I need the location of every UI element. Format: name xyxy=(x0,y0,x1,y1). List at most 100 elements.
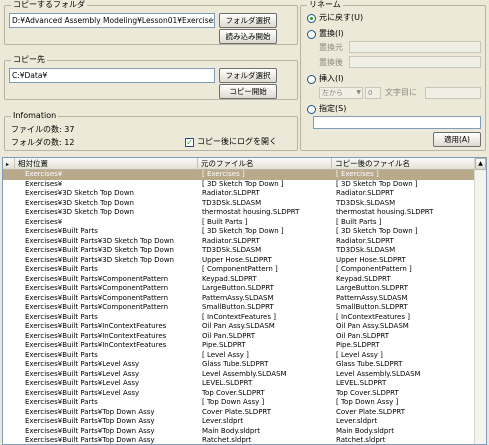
table-row[interactable]: Exercises¥Built Parts¥3D Sketch Top Down… xyxy=(3,256,486,266)
copy-dest-group: コピー先 C:¥Data¥ フォルダ選択 コピー開始 xyxy=(4,55,298,100)
copy-source-group: コピーするフォルダ D:¥Advanced Assembly Modeling¥… xyxy=(4,0,298,45)
cell-relative-path: Exercises¥Built Parts xyxy=(25,350,98,359)
table-row[interactable]: Exercises¥3D Sketch Top Down TD3DSk.SLDAS… xyxy=(3,199,486,209)
column-header-copied-name[interactable]: コピー後のファイル名 xyxy=(332,158,475,170)
table-row[interactable]: Exercises¥Built Parts¥Level Assy LEVEL.SL… xyxy=(3,379,486,389)
replace-to-label: 置換後 xyxy=(319,58,343,67)
table-row[interactable]: Exercises¥Built Parts¥Level Assy Level As… xyxy=(3,370,486,380)
cell-relative-path: Exercises¥Built Parts¥ComponentPattern xyxy=(25,303,169,311)
cell-copied-name: TD3DSk.SLDASM xyxy=(336,198,396,207)
cell-relative-path: Exercises¥ xyxy=(25,179,63,188)
folder-count-label: フォルダの数: 12 xyxy=(11,138,75,147)
open-log-label[interactable]: コピー後にログを開く xyxy=(197,137,277,147)
cell-relative-path: Exercises¥Built Parts¥3D Sketch Top Down xyxy=(25,236,174,245)
row-indicator-icon: ▸ xyxy=(6,161,10,168)
replace-from-input[interactable] xyxy=(349,41,481,53)
insert-text-input[interactable] xyxy=(425,87,481,99)
table-row[interactable]: Exercises¥Built Parts¥3D Sketch Top Down… xyxy=(3,237,486,247)
insert-count-stepper[interactable]: 0 xyxy=(365,87,381,99)
chevron-down-icon: ▼ xyxy=(356,89,361,96)
table-row[interactable]: Exercises¥Built Parts [ ComponentPattern … xyxy=(3,265,486,275)
cell-relative-path: Exercises¥Built Parts¥Top Down Assy xyxy=(25,417,155,425)
cell-relative-path: Exercises¥3D Sketch Top Down xyxy=(25,198,134,207)
specify-radio-label[interactable]: 指定(S) xyxy=(319,104,346,114)
cell-copied-name: Top Cover.SLDPRT xyxy=(336,388,399,397)
table-row[interactable]: Exercises¥Built Parts¥InContextFeatures O… xyxy=(3,332,486,342)
replace-radio[interactable] xyxy=(307,30,316,39)
cell-original-name: Radiator.SLDPRT xyxy=(202,236,260,245)
table-row[interactable]: Exercises¥Built Parts [ 3D Sketch Top Dow… xyxy=(3,227,486,237)
specify-input[interactable] xyxy=(313,116,481,129)
replace-radio-label[interactable]: 置換(I) xyxy=(319,29,344,39)
cell-original-name: TD3DSk.SLDASM xyxy=(202,246,262,254)
insert-radio[interactable] xyxy=(307,75,316,84)
cell-relative-path: Exercises¥Built Parts¥Level Assy xyxy=(25,360,140,368)
cell-original-name: Ratchet.sldprt xyxy=(202,436,252,444)
table-row[interactable]: Exercises¥Built Parts¥Top Down Assy Cover… xyxy=(3,408,486,418)
cell-original-name: PatternAssy.SLDASM xyxy=(202,293,274,302)
copy-start-button[interactable]: コピー開始 xyxy=(219,84,277,99)
load-start-button[interactable]: 読み込み開始 xyxy=(219,29,277,44)
info-group: Infomation ファイルの数: 37 フォルダの数: 12 ✓ コピー後に… xyxy=(4,111,298,151)
table-row[interactable]: Exercises¥3D Sketch Top Down Radiator.SLD… xyxy=(3,189,486,199)
insert-radio-label[interactable]: 挿入(I) xyxy=(319,74,344,84)
cell-copied-name: Cover Plate.SLDPRT xyxy=(336,407,406,416)
restore-radio-label[interactable]: 元に戻す(U) xyxy=(319,13,363,23)
table-row[interactable]: Exercises¥Built Parts¥Level Assy Glass Tu… xyxy=(3,360,486,370)
file-list-table[interactable]: ▸ 相対位置 元のファイル名 コピー後のファイル名 Exercises¥ [ Ex… xyxy=(2,157,487,445)
cell-copied-name: SmallButton.SLDPRT xyxy=(336,303,408,311)
table-row[interactable]: Exercises¥ [ Exercises ] [ Exercises ] xyxy=(3,170,486,180)
column-header-original-name[interactable]: 元のファイル名 xyxy=(198,158,332,170)
restore-radio[interactable] xyxy=(307,14,316,23)
cell-original-name: [ Top Down Assy ] xyxy=(202,398,265,406)
table-row[interactable]: Exercises¥Built Parts¥ComponentPattern Sm… xyxy=(3,303,486,313)
table-row[interactable]: Exercises¥Built Parts¥Top Down Assy Ratch… xyxy=(3,436,486,444)
apply-button[interactable]: 適用(A) xyxy=(433,132,481,147)
vertical-scrollbar[interactable]: ▲ xyxy=(474,158,486,444)
rename-legend: リネーム xyxy=(307,0,343,10)
cell-original-name: Keypad.SLDPRT xyxy=(202,274,257,283)
insert-count-value: 0 xyxy=(368,89,373,97)
table-row[interactable]: Exercises¥Built Parts¥Level Assy Top Cove… xyxy=(3,389,486,399)
table-row[interactable]: Exercises¥Built Parts¥ComponentPattern La… xyxy=(3,284,486,294)
table-row[interactable]: Exercises¥ [ 3D Sketch Top Down ] [ 3D Ske… xyxy=(3,180,486,190)
cell-copied-name: [ Exercises ] xyxy=(336,170,379,178)
table-row[interactable]: Exercises¥Built Parts [ InContextFeatures… xyxy=(3,313,486,323)
table-row[interactable]: Exercises¥Built Parts¥3D Sketch Top Down… xyxy=(3,246,486,256)
scroll-up-icon[interactable]: ▲ xyxy=(475,158,486,170)
specify-radio[interactable] xyxy=(307,105,316,114)
cell-original-name: [ Level Assy ] xyxy=(202,350,249,359)
table-row[interactable]: Exercises¥Built Parts [ Level Assy ] [ Lev… xyxy=(3,351,486,361)
table-row[interactable]: Exercises¥ [ Built Parts ] [ Built Parts ] xyxy=(3,218,486,228)
insert-position-select[interactable]: 左から ▼ xyxy=(319,87,363,99)
table-row[interactable]: Exercises¥Built Parts¥Top Down Assy Lever… xyxy=(3,417,486,427)
column-header-relative-path[interactable]: 相対位置 xyxy=(15,158,198,170)
copy-source-path-input[interactable]: D:¥Advanced Assembly Modeling¥Lesson01¥E… xyxy=(9,13,215,28)
table-row[interactable]: Exercises¥Built Parts¥InContextFeatures P… xyxy=(3,341,486,351)
table-row[interactable]: Exercises¥Built Parts¥ComponentPattern Ke… xyxy=(3,275,486,285)
cell-copied-name: [ Built Parts ] xyxy=(336,217,382,226)
cell-copied-name: [ Level Assy ] xyxy=(336,350,383,359)
replace-from-label: 置換元 xyxy=(319,43,343,52)
cell-copied-name: Keypad.SLDPRT xyxy=(336,274,391,283)
cell-relative-path: Exercises¥Built Parts¥3D Sketch Top Down xyxy=(25,246,174,254)
info-legend: Infomation xyxy=(11,111,59,121)
cell-copied-name: Ratchet.sldprt xyxy=(336,436,386,444)
table-row[interactable]: Exercises¥Built Parts [ Top Down Assy ] [ … xyxy=(3,398,486,408)
table-row[interactable]: Exercises¥Built Parts¥Top Down Assy Main … xyxy=(3,427,486,437)
copy-source-select-button[interactable]: フォルダ選択 xyxy=(219,13,277,28)
cell-original-name: LargeButton.SLDPRT xyxy=(202,284,274,292)
copy-dest-path-input[interactable]: C:¥Data¥ xyxy=(9,68,215,83)
replace-to-input[interactable] xyxy=(349,56,481,68)
cell-copied-name: Radiator.SLDPRT xyxy=(336,189,394,197)
copy-dest-select-button[interactable]: フォルダ選択 xyxy=(219,68,277,83)
open-log-checkbox[interactable]: ✓ xyxy=(185,138,194,147)
cell-original-name: thermostat housing.SLDPRT xyxy=(202,208,300,216)
table-row[interactable]: Exercises¥3D Sketch Top Down thermostat h… xyxy=(3,208,486,218)
cell-relative-path: Exercises¥Built Parts¥InContextFeatures xyxy=(25,331,167,340)
cell-original-name: [ 3D Sketch Top Down ] xyxy=(202,227,284,235)
cell-relative-path: Exercises¥ xyxy=(25,217,63,226)
table-row[interactable]: Exercises¥Built Parts¥InContextFeatures O… xyxy=(3,322,486,332)
table-row[interactable]: Exercises¥Built Parts¥ComponentPattern Pa… xyxy=(3,294,486,304)
cell-original-name: [ InContextFeatures ] xyxy=(202,312,276,321)
